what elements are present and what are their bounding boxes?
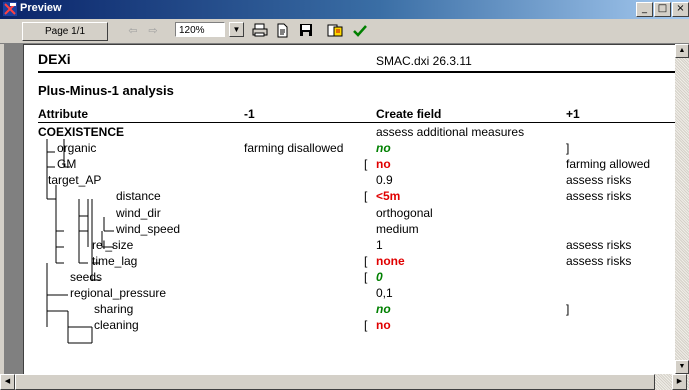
attribute-name: rel_size xyxy=(92,238,134,252)
current-value: no xyxy=(376,302,391,316)
close-button[interactable]: × xyxy=(672,2,689,17)
current-value: 0,1 xyxy=(376,286,393,300)
plus-one-value: farming allowed xyxy=(566,157,651,171)
attribute-name: regional_pressure xyxy=(70,286,167,300)
col-header-plus: +1 xyxy=(566,107,580,121)
current-value: no xyxy=(376,157,391,171)
scroll-left-button[interactable]: ◀ xyxy=(0,374,15,390)
attribute-name: cleaning xyxy=(94,318,139,332)
scroll-down-button[interactable]: ▼ xyxy=(675,360,689,374)
zoom-input[interactable]: 120% xyxy=(175,22,225,37)
tree-lines xyxy=(46,139,114,344)
toolbar: Page 1/1 ⇦ ⇨ 120% ▼ xyxy=(0,19,689,44)
window-title: Preview xyxy=(20,2,62,14)
minus-one-value: farming disallowed xyxy=(244,141,344,155)
current-value: no xyxy=(376,318,391,332)
maximize-button[interactable]: □ xyxy=(654,2,671,17)
minus-bracket: [ xyxy=(364,189,368,203)
report-file-info: SMAC.dxi 26.3.11 xyxy=(376,54,472,68)
current-value: none xyxy=(376,254,405,268)
title-bar[interactable]: Preview _ □ × xyxy=(0,0,689,19)
horizontal-scrollbar[interactable]: ◀ ▶ xyxy=(0,374,689,390)
report-page: DEXi SMAC.dxi 26.3.11 Plus-Minus-1 analy… xyxy=(23,44,675,374)
plus-one-value: assess risks xyxy=(566,238,632,252)
current-value: no xyxy=(376,141,391,155)
horizontal-scroll-thumb[interactable] xyxy=(15,374,655,390)
attribute-name: distance xyxy=(116,189,161,203)
current-value: 0 xyxy=(376,270,383,284)
page-indicator-button[interactable]: Page 1/1 xyxy=(22,22,108,41)
dexi-app-icon xyxy=(3,2,17,16)
scroll-up-button[interactable]: ▲ xyxy=(675,44,689,58)
minus-bracket: [ xyxy=(364,157,368,171)
plus-one-value: assess risks xyxy=(566,254,632,268)
scroll-right-button[interactable]: ▶ xyxy=(672,374,687,390)
plus-one-value: assess risks xyxy=(566,189,632,203)
attribute-name: COEXISTENCE xyxy=(38,125,125,139)
minus-bracket: [ xyxy=(364,270,368,284)
col-header-value: Create field xyxy=(376,107,442,121)
attribute-name: GM xyxy=(57,157,77,171)
minus-bracket: [ xyxy=(364,254,368,268)
attribute-name: wind_dir xyxy=(116,206,161,220)
current-value: medium xyxy=(376,222,419,236)
plus-bracket: ] xyxy=(566,141,570,155)
minus-bracket: [ xyxy=(364,318,368,332)
minimize-button[interactable]: _ xyxy=(636,2,653,17)
attribute-name: target_AP xyxy=(48,173,102,187)
zoom-dropdown-button[interactable]: ▼ xyxy=(229,22,244,37)
current-value: assess additional measures xyxy=(376,125,525,139)
print-icon[interactable] xyxy=(250,22,270,39)
ok-check-icon[interactable] xyxy=(350,22,370,39)
current-value: 1 xyxy=(376,238,383,252)
page-setup-icon[interactable] xyxy=(272,22,292,39)
attribute-name: wind_speed xyxy=(116,222,181,236)
attribute-name: sharing xyxy=(94,302,134,316)
plus-bracket: ] xyxy=(566,302,570,316)
plus-one-value: assess risks xyxy=(566,173,632,187)
next-page-icon[interactable]: ⇨ xyxy=(143,22,163,39)
export-icon[interactable] xyxy=(325,22,345,39)
current-value: orthogonal xyxy=(376,206,433,220)
attribute-name: seeds xyxy=(70,270,103,284)
current-value: <5m xyxy=(376,189,401,203)
preview-window: Preview _ □ × Page 1/1 ⇦ ⇨ 120% ▼ DEXi S… xyxy=(0,0,689,390)
attribute-name: organic xyxy=(57,141,97,155)
current-value: 0.9 xyxy=(376,173,393,187)
vertical-scrollbar[interactable]: ▲ ▼ xyxy=(675,44,689,374)
prev-page-icon[interactable]: ⇦ xyxy=(123,22,143,39)
attribute-name: time_lag xyxy=(92,254,138,268)
preview-area: DEXi SMAC.dxi 26.3.11 Plus-Minus-1 analy… xyxy=(4,44,675,374)
save-icon[interactable] xyxy=(296,22,316,39)
